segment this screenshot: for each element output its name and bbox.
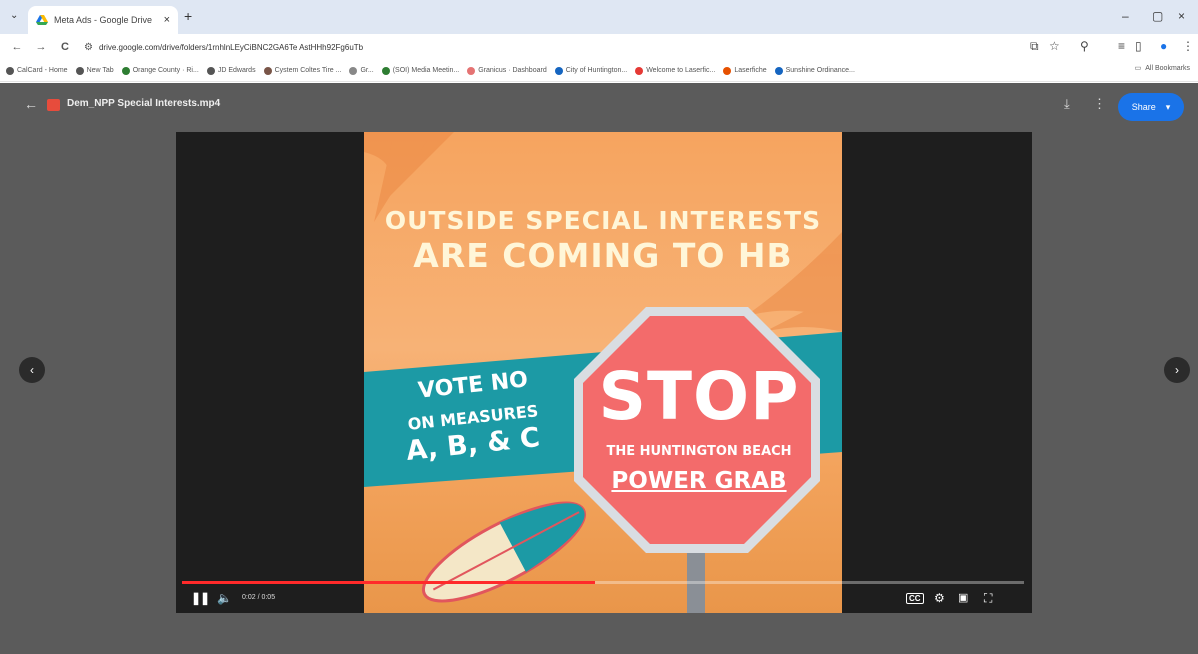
- bookmark-label: Sunshine Ordinance...: [785, 67, 855, 74]
- progress-bar[interactable]: [182, 581, 1024, 584]
- extensions-icon[interactable]: ⚲: [1080, 39, 1089, 53]
- reload-button[interactable]: C: [58, 41, 72, 53]
- restore-icon[interactable]: ▢: [1152, 9, 1163, 23]
- bookmark-item[interactable]: Welcome to Laserfic...: [635, 66, 716, 75]
- next-file-button[interactable]: ›: [1164, 357, 1190, 383]
- share-caret-icon[interactable]: ▾: [1166, 102, 1171, 113]
- drive-favicon-icon: [36, 14, 48, 26]
- bookmark-favicon-icon: [635, 66, 644, 75]
- tab-close-icon[interactable]: ×: [164, 14, 170, 26]
- tab-search-icon[interactable]: ⌄: [10, 10, 18, 21]
- bookmark-item[interactable]: Sunshine Ordinance...: [774, 66, 855, 75]
- bookmark-favicon-icon: [381, 66, 390, 75]
- power-grab-text: POWER GRAB: [611, 468, 787, 494]
- bookmark-label: Granicus · Dashboard: [478, 67, 547, 74]
- bookmark-item[interactable]: CalCard - Home: [6, 66, 68, 75]
- bookmark-item[interactable]: Cystem Coltes Tire ...: [263, 66, 342, 75]
- captions-button[interactable]: CC: [906, 593, 924, 604]
- miniplayer-icon[interactable]: ▣: [958, 591, 968, 604]
- browser-tab[interactable]: Meta Ads - Google Drive ×: [28, 6, 178, 34]
- share-label: Share: [1131, 102, 1156, 112]
- time-readout: 0:02 / 0:05: [242, 594, 276, 601]
- browser-menu-icon[interactable]: ⋮: [1182, 39, 1194, 53]
- back-button[interactable]: ←: [10, 41, 24, 53]
- bookmark-label: Welcome to Laserfic...: [646, 67, 716, 74]
- video-frame[interactable]: OUTSIDE SPECIAL INTERESTS ARE COMING TO …: [364, 132, 842, 613]
- bookmark-item[interactable]: Granicus · Dashboard: [467, 66, 547, 75]
- folder-icon: ▭: [1134, 65, 1142, 72]
- bookmark-favicon-icon: [263, 66, 272, 75]
- video-headline-line-2: ARE COMING TO HB: [413, 236, 793, 275]
- volume-icon[interactable]: 🔈: [217, 591, 232, 605]
- bookmark-item[interactable]: Laserfiche: [723, 66, 767, 75]
- browser-tab-bar: ⌄ Meta Ads - Google Drive × + – ▢ ×: [0, 0, 1198, 34]
- video-player[interactable]: OUTSIDE SPECIAL INTERESTS ARE COMING TO …: [176, 132, 1032, 613]
- browser-toolbar: ← → C ⚙ drive.google.com/drive/folders/1…: [0, 34, 1198, 60]
- bookmark-label: Gr...: [360, 67, 374, 74]
- reading-list-icon[interactable]: ≡: [1118, 39, 1125, 53]
- bookmark-item[interactable]: New Tab: [75, 66, 114, 75]
- bookmark-favicon-icon: [774, 66, 783, 75]
- bookmark-favicon-icon: [723, 66, 732, 75]
- profile-avatar-icon[interactable]: ●: [1160, 39, 1167, 53]
- bookmark-item[interactable]: Orange County · Ri...: [121, 66, 199, 75]
- forward-button[interactable]: →: [34, 41, 48, 53]
- address-bar[interactable]: ⚙ drive.google.com/drive/folders/1rnhlnL…: [84, 38, 1004, 56]
- player-controls: ❚❚ 🔈 0:02 / 0:05 CC ⚙ ▣ ⛶: [176, 572, 1032, 613]
- bookmark-favicon-icon: [121, 66, 130, 75]
- more-actions-icon[interactable]: ⋮: [1093, 96, 1106, 112]
- share-button[interactable]: Share ▾: [1118, 93, 1184, 121]
- side-panel-icon[interactable]: ▯: [1135, 39, 1142, 53]
- bookmark-favicon-icon: [467, 66, 476, 75]
- bookmark-label: Orange County · Ri...: [132, 67, 199, 74]
- bookmark-label: JD Edwards: [217, 67, 256, 74]
- bookmark-favicon-icon: [6, 66, 14, 75]
- pause-button[interactable]: ❚❚: [191, 591, 210, 605]
- stop-word: STOP: [598, 358, 800, 435]
- tab-title: Meta Ads - Google Drive: [54, 15, 153, 25]
- fullscreen-icon[interactable]: ⛶: [984, 591, 992, 606]
- video-headline-line-1: OUTSIDE SPECIAL INTERESTS: [384, 206, 822, 235]
- settings-gear-icon[interactable]: ⚙: [934, 591, 945, 605]
- video-file-icon: [47, 99, 60, 111]
- progress-fill: [182, 581, 595, 584]
- site-info-icon[interactable]: ⚙: [84, 42, 93, 53]
- bookmark-favicon-icon: [75, 66, 84, 75]
- bookmark-label: City of Huntington...: [565, 67, 628, 74]
- bookmark-favicon-icon: [554, 66, 563, 75]
- bookmark-label: Cystem Coltes Tire ...: [274, 67, 342, 74]
- bookmark-item[interactable]: City of Huntington...: [554, 66, 628, 75]
- new-tab-button[interactable]: +: [184, 8, 192, 24]
- bookmark-label: (SOI) Media Meetin...: [392, 67, 460, 74]
- bookmark-item[interactable]: JD Edwards: [206, 66, 256, 75]
- bookmark-star-icon[interactable]: ☆: [1049, 39, 1060, 53]
- install-app-icon[interactable]: ⧉: [1030, 39, 1039, 54]
- bookmark-label: Laserfiche: [734, 67, 767, 74]
- bookmark-label: CalCard - Home: [17, 67, 68, 74]
- close-window-icon[interactable]: ×: [1178, 9, 1185, 23]
- bookmark-favicon-icon: [349, 66, 358, 75]
- file-name: Dem_NPP Special Interests.mp4: [67, 98, 221, 109]
- bookmark-label: New Tab: [86, 67, 114, 74]
- minimize-icon[interactable]: –: [1122, 9, 1129, 23]
- drive-file-viewer: ← Dem_NPP Special Interests.mp4 ⤓ ⋮ Shar…: [0, 83, 1198, 654]
- bookmark-item[interactable]: Gr...: [349, 66, 374, 75]
- all-bookmarks-button[interactable]: ▭ All Bookmarks: [1134, 64, 1190, 72]
- viewer-header: ← Dem_NPP Special Interests.mp4 ⤓ ⋮ Shar…: [0, 83, 1198, 131]
- bookmark-item[interactable]: (SOI) Media Meetin...: [381, 66, 460, 75]
- url-text[interactable]: drive.google.com/drive/folders/1rnhlnLEy…: [99, 43, 363, 52]
- previous-file-button[interactable]: ‹: [19, 357, 45, 383]
- all-bookmarks-label: All Bookmarks: [1145, 64, 1190, 72]
- download-icon[interactable]: ⤓: [1064, 96, 1070, 112]
- close-viewer-icon[interactable]: ←: [24, 96, 38, 112]
- bookmarks-bar: CalCard - Home New Tab Orange County · Ri.…: [0, 60, 1198, 82]
- bookmark-favicon-icon: [206, 66, 215, 75]
- stop-subtitle: THE HUNTINGTON BEACH: [606, 444, 792, 459]
